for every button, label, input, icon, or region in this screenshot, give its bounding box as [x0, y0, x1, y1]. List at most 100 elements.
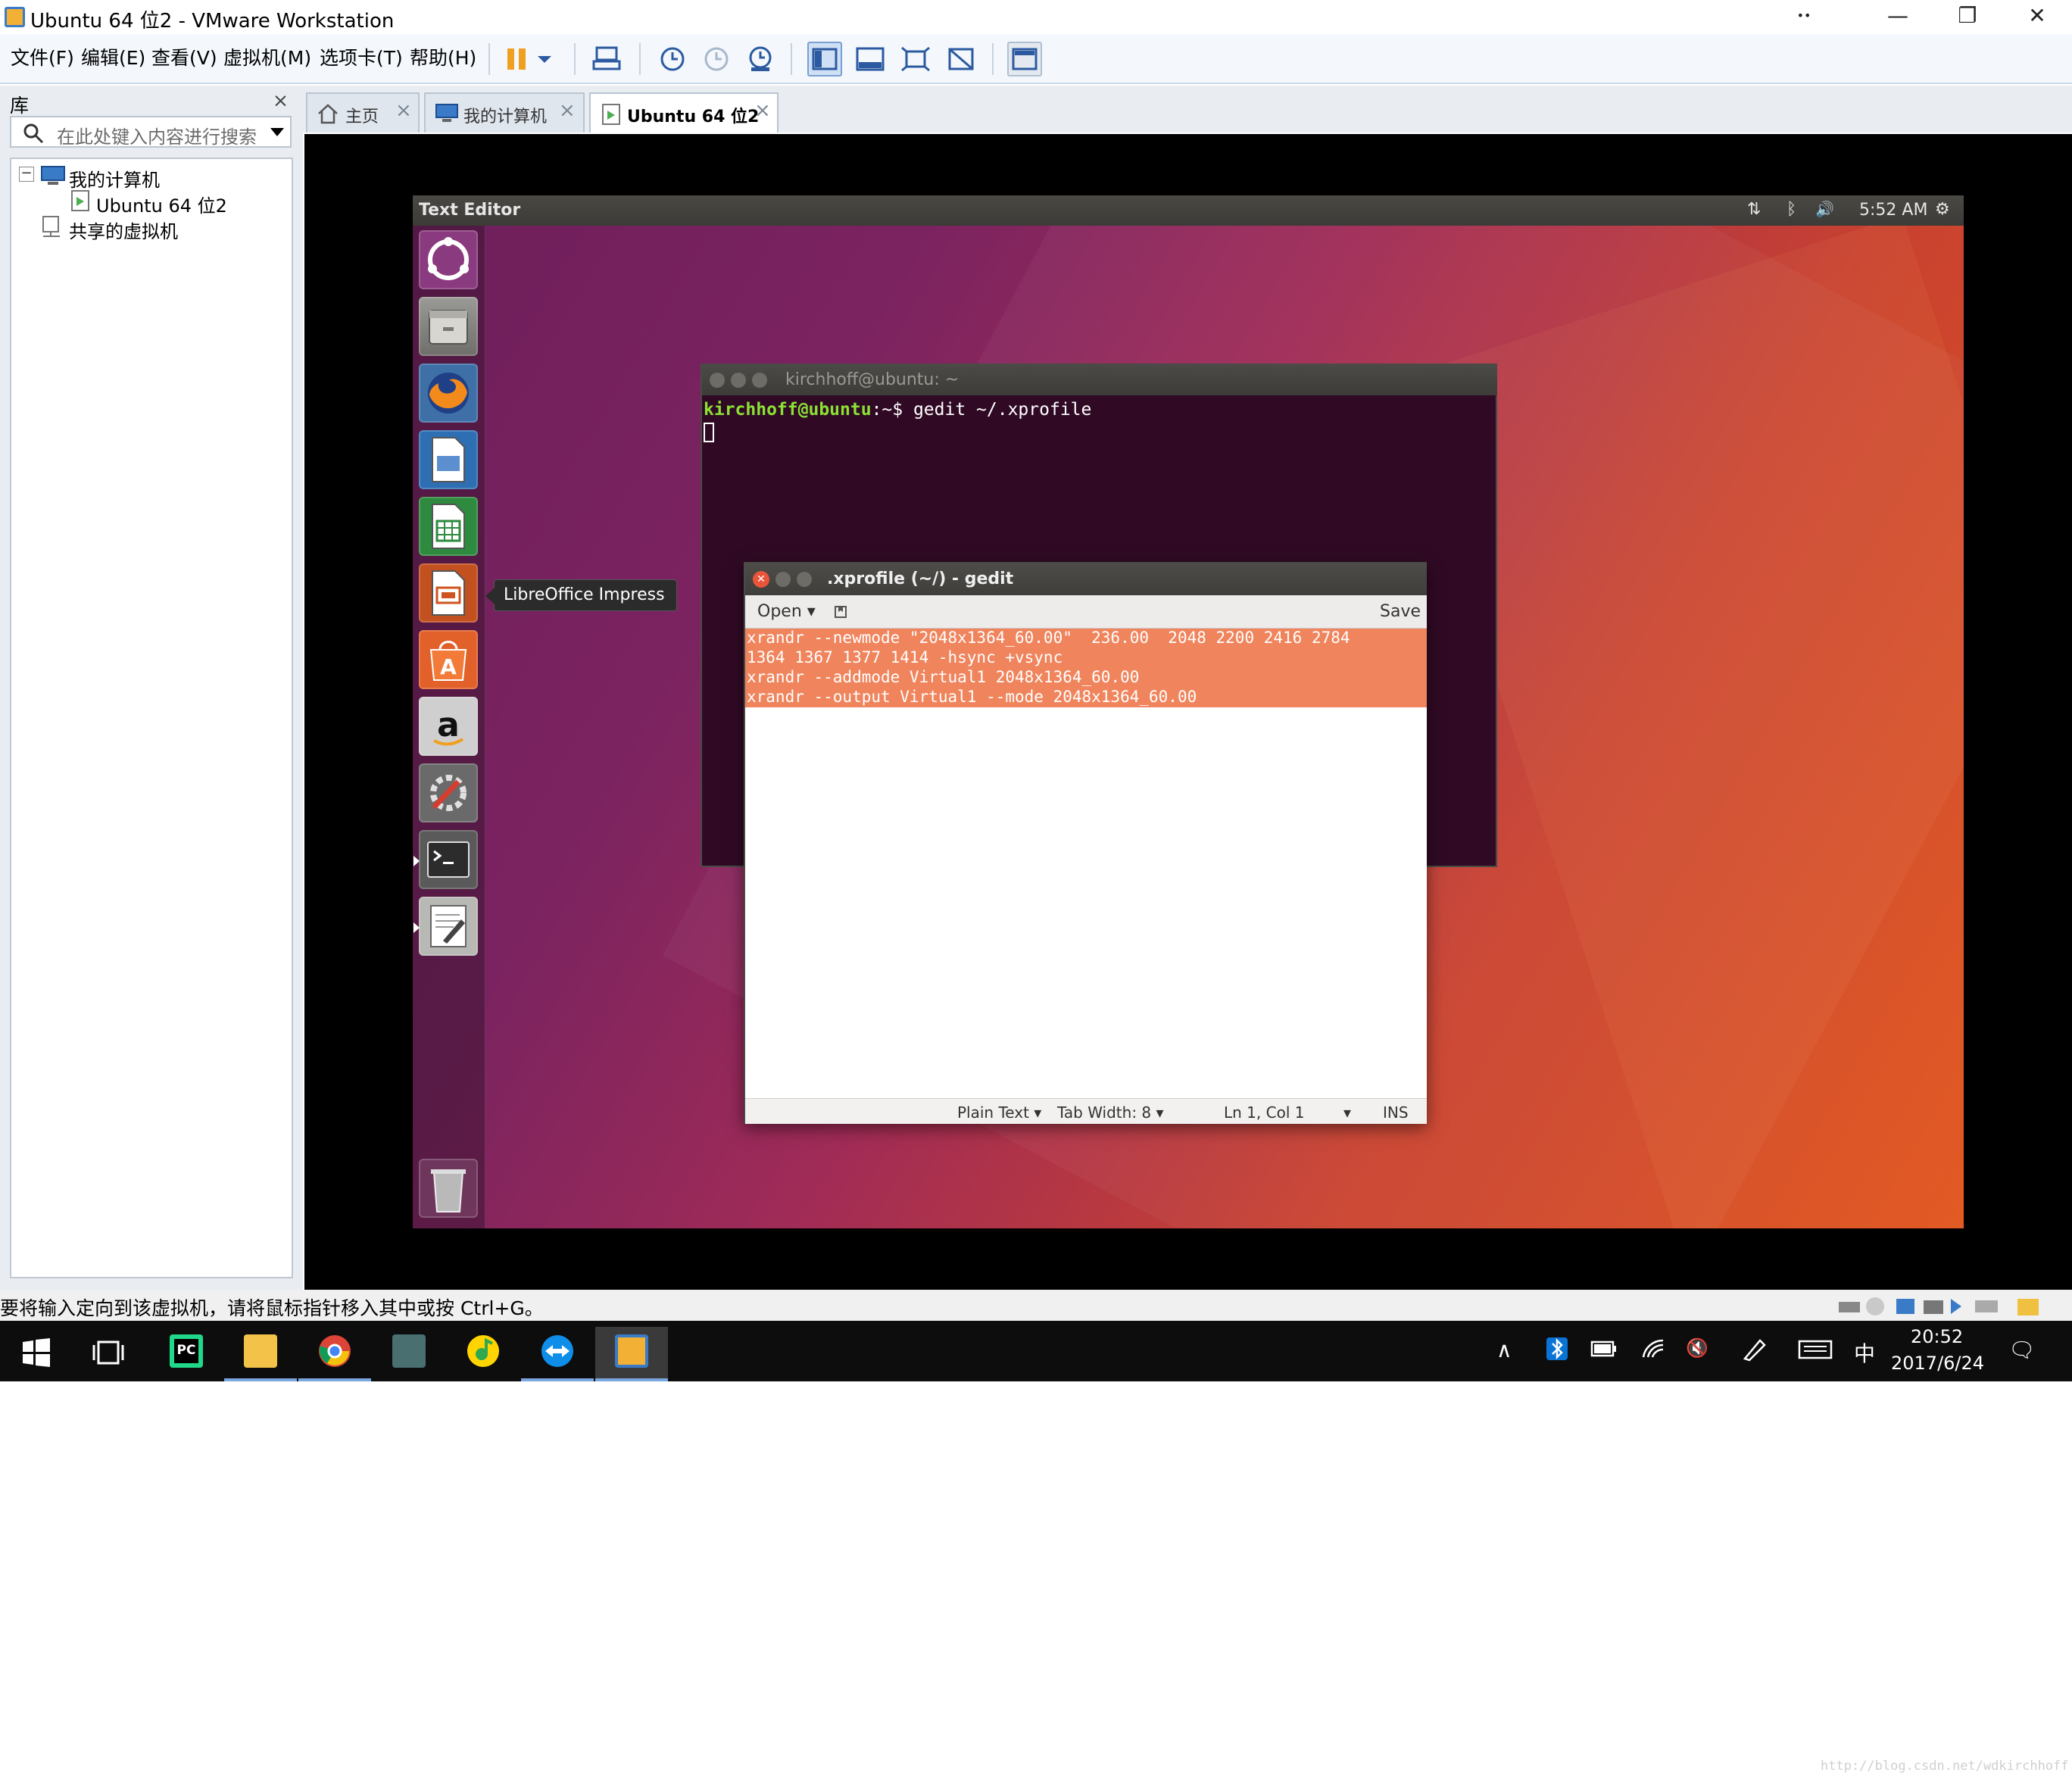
language-selector[interactable]: Plain Text ▾ [957, 1103, 1041, 1122]
wifi-icon[interactable] [1640, 1337, 1666, 1360]
tree-item-my-computer[interactable]: 我的计算机 [69, 165, 160, 192]
minimize-icon[interactable] [775, 572, 791, 587]
taskbar-date[interactable]: 2017/6/24 [1891, 1353, 1984, 1374]
active-indicator [224, 1378, 297, 1381]
menu-vm[interactable]: 虚拟机(M) [223, 43, 311, 70]
terminal-icon[interactable] [419, 830, 478, 889]
input-method-indicator[interactable]: 中 [1854, 1337, 1875, 1368]
action-center-icon[interactable]: 🗨 [2008, 1337, 2036, 1362]
text-editor-area[interactable]: xrandr --newmode "2048x1364_60.00" 236.0… [745, 629, 1427, 1098]
firefox-icon[interactable] [419, 364, 478, 423]
pause-icon[interactable] [500, 42, 535, 76]
gedit-window[interactable]: ✕ .xprofile (~/) - gedit Open ▾ Save xra… [744, 562, 1427, 1124]
text-editor-icon[interactable] [419, 897, 478, 956]
tree-expander[interactable]: − [19, 167, 34, 182]
minimize-button[interactable]: — [1863, 0, 1933, 34]
taskbar-file-explorer[interactable] [224, 1327, 297, 1381]
full-screen-icon[interactable] [898, 42, 933, 76]
close-button[interactable]: ✕ [2002, 0, 2072, 34]
library-close-button[interactable]: × [273, 89, 289, 111]
libreoffice-impress-icon[interactable] [419, 563, 478, 623]
vm-icon [602, 104, 620, 125]
software-center-icon[interactable]: A [419, 630, 478, 689]
gedit-status-bar: Plain Text ▾ Tab Width: 8 ▾ Ln 1, Col 1 … [745, 1098, 1427, 1124]
keyboard-icon[interactable] [1798, 1339, 1833, 1360]
minimize-icon[interactable] [731, 373, 746, 388]
app-icon [392, 1334, 426, 1368]
menu-view[interactable]: 查看(V) [151, 43, 217, 70]
amazon-icon[interactable]: a [419, 697, 478, 756]
trash-icon[interactable] [419, 1159, 478, 1218]
library-search-input[interactable]: 在此处键入内容进行搜索 [10, 116, 292, 148]
tab-close-icon[interactable]: × [754, 99, 771, 122]
thumbnail-bar-icon[interactable] [853, 42, 888, 76]
taskbar-vmware[interactable] [595, 1327, 668, 1381]
files-icon[interactable] [419, 297, 478, 356]
taskbar-time[interactable]: 20:52 [1911, 1326, 1963, 1347]
cursor-position[interactable]: Ln 1, Col 1 [1224, 1103, 1304, 1122]
close-icon[interactable] [710, 373, 725, 388]
open-button[interactable]: Open ▾ [757, 602, 816, 621]
ubuntu-dash-icon[interactable] [419, 230, 478, 289]
pin-icon[interactable]: •• [1769, 0, 1839, 34]
music-player-icon [467, 1335, 499, 1367]
system-settings-icon[interactable] [419, 763, 478, 822]
tree-item-shared-vms[interactable]: 共享的虚拟机 [69, 217, 178, 243]
libreoffice-calc-icon[interactable] [419, 497, 478, 556]
svg-text:A: A [440, 654, 457, 679]
gedit-titlebar[interactable]: ✕ .xprofile (~/) - gedit [745, 563, 1427, 595]
tab-my-computer[interactable]: 我的计算机 × [424, 92, 585, 133]
menu-edit[interactable]: 编辑(E) [81, 43, 145, 70]
task-view-icon[interactable] [92, 1339, 124, 1366]
menu-tabs[interactable]: 选项卡(T) [320, 43, 403, 70]
chevron-down-icon[interactable] [269, 126, 286, 139]
save-button[interactable]: Save [1380, 602, 1421, 621]
chevron-down-icon[interactable]: ▾ [1343, 1103, 1351, 1122]
snapshot-manager-icon[interactable] [742, 42, 777, 76]
ubuntu-desktop[interactable]: Text Editor ⇅ ᛒ 🔊 5:52 AM ⚙ A a LibreOff… [413, 195, 1964, 1228]
volume-icon[interactable]: 🔊 [1815, 200, 1834, 218]
close-icon[interactable]: ✕ [753, 571, 769, 588]
maximize-icon[interactable] [797, 572, 812, 587]
tab-close-icon[interactable]: × [559, 99, 576, 122]
taskbar-music[interactable] [447, 1327, 520, 1378]
battery-icon[interactable] [1590, 1339, 1618, 1359]
toolbar-separator [791, 43, 792, 75]
sound-muted-icon[interactable]: 🔇 [1686, 1337, 1708, 1359]
windows-start-icon[interactable] [21, 1337, 51, 1368]
send-ctrl-alt-del-icon[interactable] [589, 42, 624, 76]
menu-help[interactable]: 帮助(H) [410, 43, 476, 70]
taskbar-teamviewer[interactable] [521, 1327, 594, 1381]
insert-mode[interactable]: INS [1383, 1103, 1409, 1122]
terminal-titlebar[interactable]: kirchhoff@ubuntu: ~ [702, 365, 1497, 395]
tab-width-selector[interactable]: Tab Width: 8 ▾ [1057, 1103, 1164, 1122]
gear-icon[interactable]: ⚙ [1935, 200, 1950, 219]
editor-line: xrandr --addmode Virtual1 2048x1364_60.0… [747, 668, 1140, 686]
bluetooth-icon[interactable]: ᛒ [1786, 200, 1796, 219]
tab-close-icon[interactable]: × [395, 99, 412, 122]
device-icons[interactable] [1837, 1296, 2049, 1317]
bluetooth-tray-icon[interactable] [1545, 1336, 1569, 1362]
console-view-icon[interactable] [1007, 42, 1042, 76]
tab-home[interactable]: 主页 × [306, 92, 420, 133]
restore-button[interactable]: ❐ [1933, 0, 2002, 34]
menu-file[interactable]: 文件(F) [11, 43, 74, 70]
maximize-icon[interactable] [752, 373, 767, 388]
chevron-down-icon[interactable] [533, 42, 556, 76]
network-icon[interactable]: ⇅ [1747, 200, 1761, 219]
revert-snapshot-icon[interactable] [698, 42, 733, 76]
show-hidden-icons[interactable]: ∧ [1496, 1337, 1512, 1362]
snapshot-icon[interactable] [654, 42, 689, 76]
tree-item-ubuntu-vm[interactable]: Ubuntu 64 位2 [96, 191, 227, 217]
show-library-icon[interactable] [807, 42, 842, 76]
libreoffice-writer-icon[interactable] [419, 430, 478, 489]
tab-ubuntu-vm[interactable]: Ubuntu 64 位2 × [589, 92, 779, 133]
taskbar-chrome[interactable] [298, 1327, 371, 1381]
pen-icon[interactable] [1740, 1336, 1768, 1362]
taskbar-pycharm[interactable]: PC [150, 1327, 223, 1378]
unity-mode-icon[interactable] [944, 42, 978, 76]
new-tab-icon[interactable] [833, 604, 848, 619]
taskbar-app[interactable] [373, 1327, 445, 1378]
computer-icon [41, 166, 65, 185]
panel-clock[interactable]: 5:52 AM [1859, 201, 1927, 220]
